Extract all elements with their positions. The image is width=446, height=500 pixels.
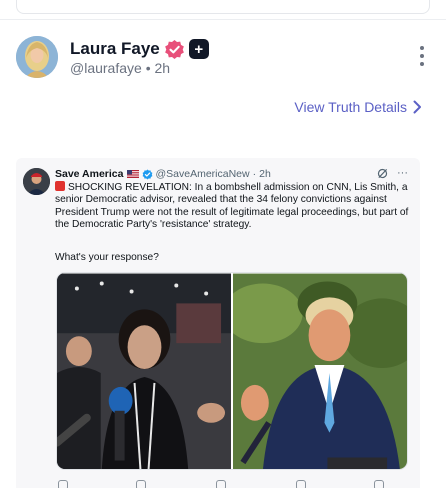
blue-check-icon bbox=[142, 169, 152, 179]
post-header: Laura Faye + @laurafaye • 2h bbox=[16, 36, 430, 80]
embedded-tools: ··· bbox=[377, 167, 408, 179]
avatar[interactable] bbox=[16, 36, 58, 78]
embedded-question: What's your response? bbox=[55, 252, 159, 263]
avatar-image bbox=[16, 36, 58, 78]
embedded-actions-edge bbox=[56, 480, 408, 488]
display-name[interactable]: Laura Faye bbox=[70, 39, 160, 59]
more-horizontal-icon[interactable]: ··· bbox=[397, 167, 408, 179]
embedded-post[interactable]: Save America @SaveAmericaNew · 2h ··· SH… bbox=[16, 158, 420, 488]
divider bbox=[0, 19, 446, 20]
us-flag-icon bbox=[126, 170, 139, 178]
embedded-handle[interactable]: @SaveAmericaNew bbox=[156, 168, 250, 180]
embedded-avatar[interactable] bbox=[23, 168, 50, 195]
embedded-body: SHOCKING REVELATION: In a bombshell admi… bbox=[55, 182, 409, 231]
embedded-header: Save America @SaveAmericaNew · 2h bbox=[55, 168, 271, 180]
view-details-label: View Truth Details bbox=[294, 99, 407, 115]
media-photo-right bbox=[233, 273, 407, 469]
more-vertical-icon[interactable] bbox=[418, 46, 426, 66]
embedded-time: 2h bbox=[259, 168, 271, 180]
embedded-separator: · bbox=[252, 168, 257, 180]
grok-icon[interactable] bbox=[377, 168, 388, 179]
previous-card-edge bbox=[16, 0, 430, 14]
embedded-text: SHOCKING REVELATION: In a bombshell admi… bbox=[55, 181, 411, 232]
author-handle[interactable]: @laurafaye bbox=[70, 60, 142, 76]
embedded-avatar-image bbox=[23, 168, 50, 195]
name-row: Laura Faye + bbox=[70, 38, 209, 60]
top-strip bbox=[0, 0, 446, 20]
embedded-media[interactable] bbox=[56, 272, 408, 470]
media-photo-left bbox=[57, 273, 231, 469]
verified-badge-icon bbox=[164, 39, 184, 59]
siren-emoji-icon bbox=[55, 181, 65, 191]
handle-row: @laurafaye • 2h bbox=[70, 60, 170, 76]
plus-badge-icon: + bbox=[188, 39, 209, 59]
chevron-right-icon bbox=[413, 100, 421, 114]
separator-dot: • bbox=[145, 60, 151, 76]
post-time: 2h bbox=[154, 60, 171, 76]
view-truth-details-link[interactable]: View Truth Details bbox=[294, 99, 422, 115]
embedded-name[interactable]: Save America bbox=[55, 168, 124, 180]
